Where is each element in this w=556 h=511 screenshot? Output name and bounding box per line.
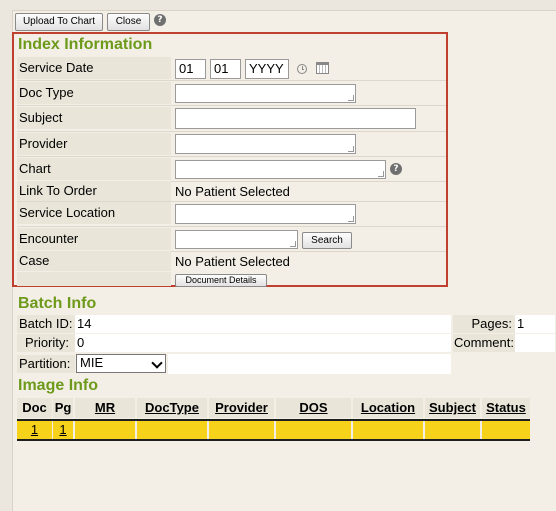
column-header-dos[interactable]: DOS — [276, 398, 351, 418]
resize-grip-icon — [348, 95, 354, 101]
table-cell-doc[interactable]: 1 — [17, 421, 52, 439]
document-details-spacer — [17, 272, 171, 286]
service-date-day-input[interactable]: 01 — [210, 59, 241, 79]
table-cell-doctype — [137, 421, 207, 439]
service-location-input[interactable] — [175, 204, 356, 224]
partition-label: Partition: — [17, 355, 75, 373]
case-value: No Patient Selected — [175, 254, 290, 269]
clock-icon[interactable] — [297, 64, 307, 74]
chevron-down-icon — [151, 357, 163, 369]
subject-input[interactable] — [175, 108, 416, 129]
batch-id-label: Batch ID: — [17, 315, 75, 333]
resize-grip-icon — [348, 146, 354, 152]
column-header-mr[interactable]: MR — [75, 398, 135, 418]
encounter-label: Encounter — [17, 228, 171, 250]
help-icon[interactable]: ? — [154, 14, 166, 26]
pages-label: Pages: — [453, 315, 515, 333]
pages-value: 1 — [515, 315, 555, 333]
column-header-status[interactable]: Status — [482, 398, 530, 418]
calendar-icon[interactable] — [316, 62, 329, 74]
close-button[interactable]: Close — [107, 13, 150, 31]
column-header-doc: Doc — [17, 398, 52, 418]
partition-selected-value: MIE — [80, 355, 104, 370]
index-information-title: Index Information — [18, 36, 153, 53]
row-divider — [17, 80, 446, 81]
table-cell-dos — [276, 421, 351, 439]
service-date-label: Service Date — [17, 57, 171, 79]
column-header-pg: Pg — [53, 398, 73, 418]
partition-filler — [168, 354, 451, 374]
provider-label: Provider — [17, 133, 171, 155]
encounter-input[interactable] — [175, 230, 298, 249]
table-cell-status — [482, 421, 530, 439]
doc-type-input[interactable] — [175, 84, 356, 103]
row-divider — [17, 105, 446, 106]
encounter-search-button[interactable]: Search — [302, 232, 352, 249]
service-location-label: Service Location — [17, 202, 171, 224]
column-header-location[interactable]: Location — [353, 398, 423, 418]
resize-grip-icon — [378, 171, 384, 177]
resize-grip-icon — [348, 216, 354, 222]
subject-label: Subject — [17, 107, 171, 129]
batch-info-title: Batch Info — [18, 295, 97, 312]
row-divider — [17, 156, 446, 157]
batch-id-value: 14 — [75, 315, 451, 333]
chart-label: Chart — [17, 158, 171, 180]
row-divider — [17, 131, 446, 132]
resize-grip-icon — [290, 241, 296, 247]
priority-value: 0 — [75, 334, 451, 352]
case-label: Case — [17, 251, 171, 271]
chart-input[interactable] — [175, 160, 386, 179]
priority-label: Priority: — [17, 334, 75, 352]
top-frame-bar — [0, 0, 556, 11]
table-cell-mr — [75, 421, 135, 439]
comment-value — [515, 334, 555, 352]
column-header-subject[interactable]: Subject — [425, 398, 480, 418]
row-divider — [17, 226, 446, 227]
column-header-provider[interactable]: Provider — [209, 398, 274, 418]
partition-select[interactable]: MIE — [76, 354, 166, 373]
service-date-year-input[interactable]: YYYY — [245, 59, 289, 79]
chart-help-icon[interactable]: ? — [390, 163, 402, 175]
link-to-order-label: Link To Order — [17, 181, 171, 201]
table-rule — [17, 439, 530, 441]
table-cell-location — [353, 421, 423, 439]
doc-type-label: Doc Type — [17, 82, 171, 104]
column-header-doctype[interactable]: DocType — [137, 398, 207, 418]
image-info-title: Image Info — [18, 377, 99, 394]
table-cell-pg[interactable]: 1 — [53, 421, 73, 439]
provider-input[interactable] — [175, 134, 356, 154]
comment-label: Comment: — [453, 334, 515, 352]
table-cell-provider — [209, 421, 274, 439]
document-details-button[interactable]: Document Details — [175, 274, 267, 287]
link-to-order-value: No Patient Selected — [175, 184, 290, 199]
service-date-month-input[interactable]: 01 — [175, 59, 206, 79]
upload-to-chart-button[interactable]: Upload To Chart — [15, 13, 103, 31]
table-cell-subject — [425, 421, 480, 439]
